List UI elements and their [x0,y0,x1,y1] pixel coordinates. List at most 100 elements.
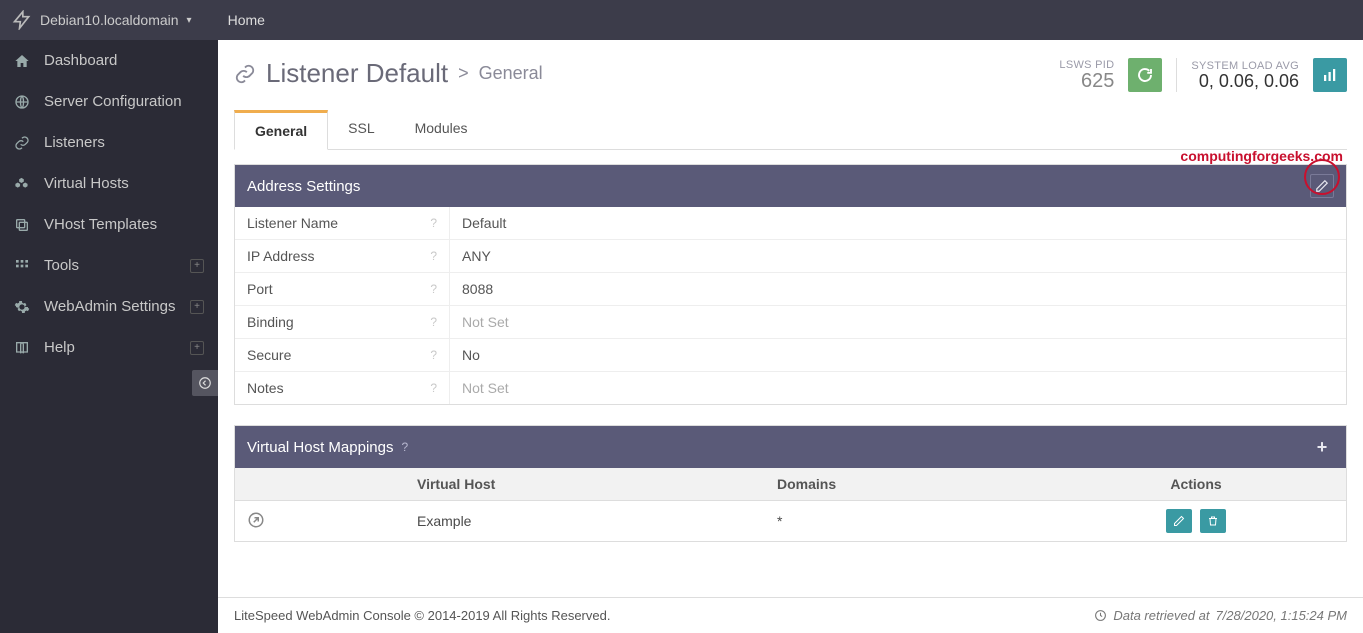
chevron-down-icon: ▾ [187,15,192,26]
setting-value: ANY [450,240,1346,272]
tab-general[interactable]: General [234,110,328,150]
setting-row-notes: Notes? Not Set [235,372,1346,404]
home-icon [14,53,32,69]
setting-key: Listener Name [247,215,338,231]
help-icon[interactable]: ? [430,315,437,329]
tab-ssl[interactable]: SSL [328,110,394,149]
panel-body: Listener Name? Default IP Address? ANY P… [235,207,1346,404]
lightning-icon [12,10,32,30]
address-settings-panel: Address Settings Listener Name? Default … [234,164,1347,405]
row-domains: * [765,505,1046,537]
sidebar-item-server-config[interactable]: Server Configuration [0,81,218,122]
help-icon[interactable]: ? [430,216,437,230]
setting-value: Default [450,207,1346,239]
table-header-icon [235,468,405,500]
setting-value: 8088 [450,273,1346,305]
help-icon[interactable]: ? [430,282,437,296]
book-icon [14,340,32,356]
sidebar: Dashboard Server Configuration Listeners… [0,40,218,633]
help-icon[interactable]: ? [401,440,408,454]
setting-key: Notes [247,380,284,396]
panel-header-vhost: Virtual Host Mappings ? + [235,426,1346,468]
cubes-icon [14,176,32,192]
globe-icon [14,94,32,110]
sidebar-item-label: VHost Templates [44,216,157,233]
sidebar-item-tools[interactable]: Tools + [0,245,218,286]
table-header-vhost: Virtual Host [405,468,765,500]
setting-key: Binding [247,314,294,330]
panel-title: Virtual Host Mappings [247,439,393,456]
setting-key: IP Address [247,248,314,264]
breadcrumb[interactable]: Home [228,12,265,28]
sidebar-item-help[interactable]: Help + [0,327,218,368]
sidebar-item-listeners[interactable]: Listeners [0,122,218,163]
setting-row-secure: Secure? No [235,339,1346,372]
add-button[interactable]: + [1310,435,1334,459]
sidebar-item-virtual-hosts[interactable]: Virtual Hosts [0,163,218,204]
setting-key: Port [247,281,273,297]
table-header-domains: Domains [765,468,1046,500]
top-bar: Debian10.localdomain ▾ Home [0,0,1363,40]
footer-retrieved-prefix: Data retrieved at [1113,608,1209,623]
help-icon[interactable]: ? [430,249,437,263]
expand-icon: + [190,259,204,273]
row-actions [1046,501,1346,541]
expand-icon: + [190,341,204,355]
sidebar-item-vhost-templates[interactable]: VHost Templates [0,204,218,245]
link-icon [14,135,32,151]
sidebar-item-label: Server Configuration [44,93,182,110]
stat-pid-value: 625 [1059,71,1114,91]
panel-title: Address Settings [247,178,360,195]
table-header: Virtual Host Domains Actions [235,468,1346,501]
footer-retrieved-time: 7/28/2020, 1:15:24 PM [1215,608,1347,623]
setting-value: No [450,339,1346,371]
page-title: Listener Default > General [234,58,543,89]
divider [1176,58,1177,92]
setting-key: Secure [247,347,291,363]
hostname-text: Debian10.localdomain [40,12,179,28]
stat-load-value: 0, 0.06, 0.06 [1191,72,1299,90]
page-title-sub: General [479,63,543,84]
setting-value: Not Set [450,306,1346,338]
sidebar-collapse-button[interactable] [192,370,218,396]
setting-value: Not Set [450,372,1346,404]
expand-icon: + [190,300,204,314]
hostname-dropdown[interactable]: Debian10.localdomain ▾ [12,10,192,30]
row-icon-cell [235,503,405,540]
table-header-actions: Actions [1046,468,1346,500]
link-icon [234,63,256,85]
sidebar-item-label: WebAdmin Settings [44,298,175,315]
stat-load: SYSTEM LOAD AVG 0, 0.06, 0.06 [1191,60,1299,90]
tab-modules[interactable]: Modules [395,110,488,149]
footer: LiteSpeed WebAdmin Console © 2014-2019 A… [218,597,1363,633]
footer-copyright: LiteSpeed WebAdmin Console © 2014-2019 A… [234,608,610,623]
help-icon[interactable]: ? [430,381,437,395]
sidebar-item-label: Help [44,339,75,356]
edit-button[interactable] [1310,174,1334,198]
sidebar-item-label: Virtual Hosts [44,175,129,192]
sidebar-item-webadmin-settings[interactable]: WebAdmin Settings + [0,286,218,327]
link-circle-icon [247,511,265,529]
sidebar-item-label: Tools [44,257,79,274]
panel-header-address: Address Settings [235,165,1346,207]
sidebar-item-label: Listeners [44,134,105,151]
tabs: General SSL Modules [234,110,1347,150]
header-stats: LSWS PID 625 SYSTEM LOAD AVG 0, 0.06, 0.… [1059,58,1347,92]
main-content: Listener Default > General LSWS PID 625 … [218,40,1363,633]
setting-row-binding: Binding? Not Set [235,306,1346,339]
sidebar-item-dashboard[interactable]: Dashboard [0,40,218,81]
row-vhost: Example [405,505,765,537]
setting-row-ip-address: IP Address? ANY [235,240,1346,273]
copy-icon [14,217,32,233]
stats-chart-button[interactable] [1313,58,1347,92]
clock-icon [1094,609,1107,622]
grid-icon [14,258,32,274]
vhost-mappings-panel: Virtual Host Mappings ? + Virtual Host D… [234,425,1347,542]
footer-timestamp: Data retrieved at 7/28/2020, 1:15:24 PM [1094,608,1347,623]
help-icon[interactable]: ? [430,348,437,362]
page-title-separator: > [458,63,469,84]
table-row: Example * [235,501,1346,541]
row-delete-button[interactable] [1200,509,1226,533]
row-edit-button[interactable] [1166,509,1192,533]
restart-button[interactable] [1128,58,1162,92]
